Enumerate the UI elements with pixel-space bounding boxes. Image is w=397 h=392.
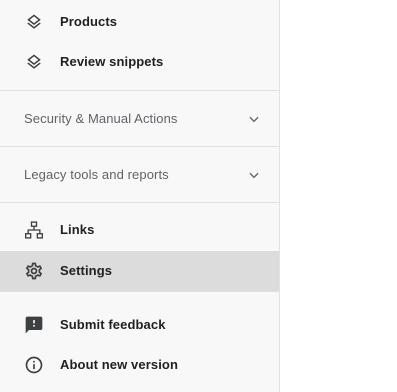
section-security-manual-actions[interactable]: Security & Manual Actions xyxy=(0,91,279,147)
sidebar: Products Review snippets Security & Manu… xyxy=(0,0,280,392)
divider xyxy=(0,291,279,292)
layers-icon xyxy=(24,12,44,32)
sidebar-item-label: Review snippets xyxy=(60,54,164,69)
gear-icon xyxy=(24,261,44,281)
section-legacy-tools-reports[interactable]: Legacy tools and reports xyxy=(0,147,279,203)
sitemap-icon xyxy=(24,220,44,240)
divider xyxy=(0,202,279,203)
section-title: Legacy tools and reports xyxy=(24,167,169,182)
main-content xyxy=(280,0,397,392)
sidebar-item-label: Settings xyxy=(60,263,113,278)
sidebar-item-settings[interactable]: Settings xyxy=(0,251,279,291)
section-title: Security & Manual Actions xyxy=(24,111,178,126)
sidebar-item-label: About new version xyxy=(60,357,178,372)
chevron-down-icon xyxy=(247,168,261,182)
sidebar-item-products[interactable]: Products xyxy=(0,2,279,42)
sidebar-item-label: Submit feedback xyxy=(60,317,166,332)
sidebar-item-submit-feedback[interactable]: Submit feedback xyxy=(0,305,279,345)
feedback-icon xyxy=(24,315,44,335)
info-icon xyxy=(24,355,44,375)
chevron-down-icon xyxy=(247,112,261,126)
sidebar-item-review-snippets[interactable]: Review snippets xyxy=(0,42,279,82)
sidebar-item-about-new-version[interactable]: About new version xyxy=(0,345,279,385)
sidebar-item-links[interactable]: Links xyxy=(0,210,279,250)
layers-icon xyxy=(24,52,44,72)
sidebar-item-label: Links xyxy=(60,222,95,237)
sidebar-item-label: Products xyxy=(60,14,118,29)
